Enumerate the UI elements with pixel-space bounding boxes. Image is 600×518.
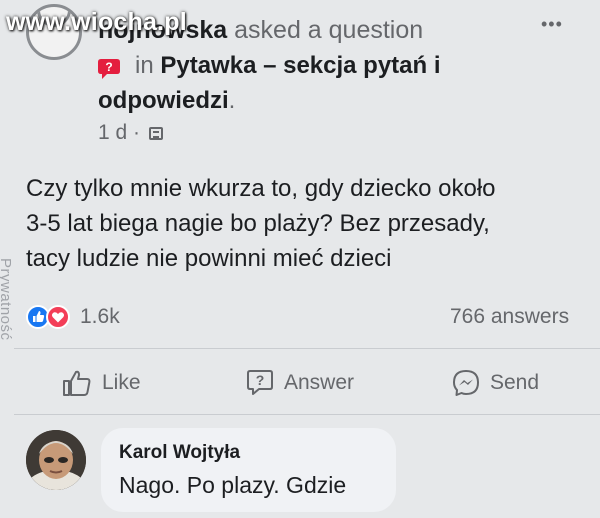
group-name[interactable]: Pytawka – sekcja pytań i: [160, 52, 440, 79]
post-body: Czy tylko mnie wkurza to, gdy dziecko ok…: [26, 171, 596, 276]
like-button[interactable]: Like: [62, 364, 141, 402]
messenger-icon: [453, 370, 479, 396]
reaction-icons[interactable]: [25, 304, 77, 330]
group-line: in Pytawka – sekcja pytań i: [135, 52, 441, 80]
svg-text:?: ?: [256, 372, 265, 388]
answers-count[interactable]: 766 answers: [450, 305, 569, 329]
post-body-line: Czy tylko mnie wkurza to, gdy dziecko ok…: [26, 175, 496, 202]
in-word: in: [135, 52, 154, 79]
side-label: Prywatność: [0, 258, 18, 408]
like-reaction-icon: [26, 305, 50, 329]
group-name-cont[interactable]: odpowiedzi: [98, 87, 229, 114]
divider: [14, 414, 600, 415]
send-button[interactable]: Send: [452, 364, 539, 402]
answer-icon: ?: [247, 370, 273, 395]
group-line-2: odpowiedzi.: [98, 87, 235, 115]
privacy-side-text: Prywatność: [0, 258, 14, 341]
group-end: .: [228, 87, 236, 114]
watermark: www.wiocha.pl: [6, 8, 187, 36]
comment-text: Nago. Po plazy. Gdzie: [119, 472, 347, 498]
groups-icon: [148, 127, 163, 140]
divider: [14, 348, 600, 349]
more-options-icon[interactable]: •••: [541, 14, 563, 35]
post-body-line: tacy ludzie nie powinni mieć dzieci: [26, 245, 392, 272]
comment-author[interactable]: Karol Wojtyła: [119, 442, 240, 464]
question-icon: ?: [98, 59, 120, 79]
love-reaction-icon: [46, 305, 70, 329]
answer-button[interactable]: ? Answer: [246, 364, 354, 402]
thumbs-up-icon: [63, 370, 91, 396]
post-body-line: 3-5 lat biega nagie bo plaży? Bez przesa…: [26, 210, 490, 237]
like-label: Like: [102, 371, 141, 394]
post-time[interactable]: 1 d ·: [98, 121, 140, 144]
svg-text:?: ?: [105, 60, 112, 74]
reaction-count[interactable]: 1.6k: [80, 305, 120, 329]
answer-label: Answer: [284, 371, 355, 394]
send-label: Send: [490, 371, 540, 394]
commenter-avatar[interactable]: [26, 430, 86, 490]
comment-bubble: [101, 428, 396, 512]
post-action-text: asked a question: [234, 16, 424, 44]
post-meta: 1 d ·: [98, 121, 163, 145]
